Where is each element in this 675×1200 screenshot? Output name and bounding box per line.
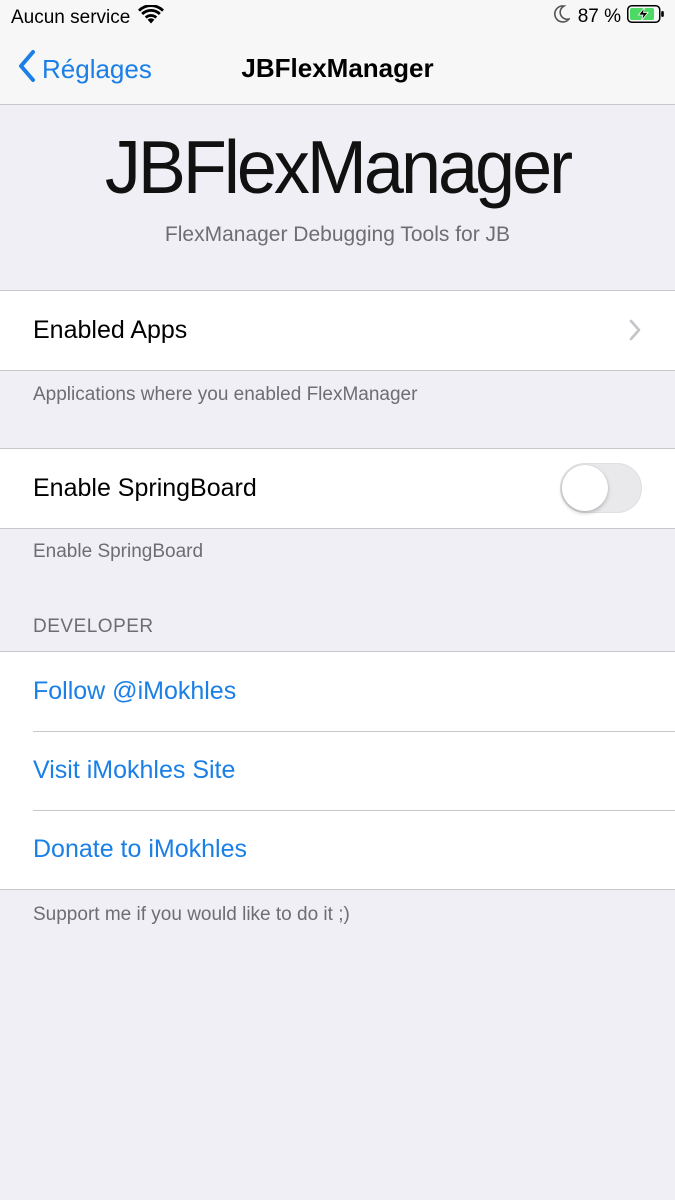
chevron-right-icon <box>629 319 641 346</box>
status-bar: Aucun service 87 % <box>0 0 675 36</box>
enabled-apps-label: Enabled Apps <box>33 316 188 344</box>
status-right: 87 % <box>553 5 665 29</box>
page-title: JBFlexManager <box>241 53 434 83</box>
status-left: Aucun service <box>11 4 165 31</box>
donate-link-cell[interactable]: Donate to iMokhles <box>0 810 675 889</box>
springboard-group: Enable SpringBoard <box>0 448 675 529</box>
moon-icon <box>553 5 571 29</box>
enable-springboard-cell: Enable SpringBoard <box>0 449 675 528</box>
header-subtitle: FlexManager Debugging Tools for JB <box>164 223 511 246</box>
springboard-footer: Enable SpringBoard <box>33 541 204 562</box>
battery-percent: 87 % <box>577 6 621 27</box>
enable-springboard-label: Enable SpringBoard <box>33 474 257 502</box>
apps-footer: Applications where you enabled FlexManag… <box>33 384 418 405</box>
toggle-knob <box>562 465 608 511</box>
visit-site-link-cell[interactable]: Visit iMokhles Site <box>0 731 675 810</box>
springboard-toggle[interactable] <box>560 463 642 513</box>
carrier-label: Aucun service <box>11 7 131 28</box>
developer-section-header: DEVELOPER <box>33 616 154 637</box>
preference-header: JBFlexManager FlexManager Debugging Tool… <box>0 105 675 290</box>
donate-link-label: Donate to iMokhles <box>33 835 248 863</box>
follow-link-cell[interactable]: Follow @iMokhles <box>0 652 675 731</box>
navigation-bar: Réglages JBFlexManager <box>0 36 675 105</box>
battery-charging-icon <box>627 5 665 29</box>
follow-link-label: Follow @iMokhles <box>33 677 237 705</box>
visit-site-link-label: Visit iMokhles Site <box>33 756 236 784</box>
wifi-icon <box>138 4 165 31</box>
enabled-apps-cell[interactable]: Enabled Apps <box>0 291 675 370</box>
developer-group: Follow @iMokhles Visit iMokhles Site Don… <box>0 651 675 890</box>
apps-group: Enabled Apps <box>0 290 675 371</box>
developer-footer: Support me if you would like to do it ;) <box>33 904 350 925</box>
header-title: JBFlexManager <box>104 126 573 210</box>
